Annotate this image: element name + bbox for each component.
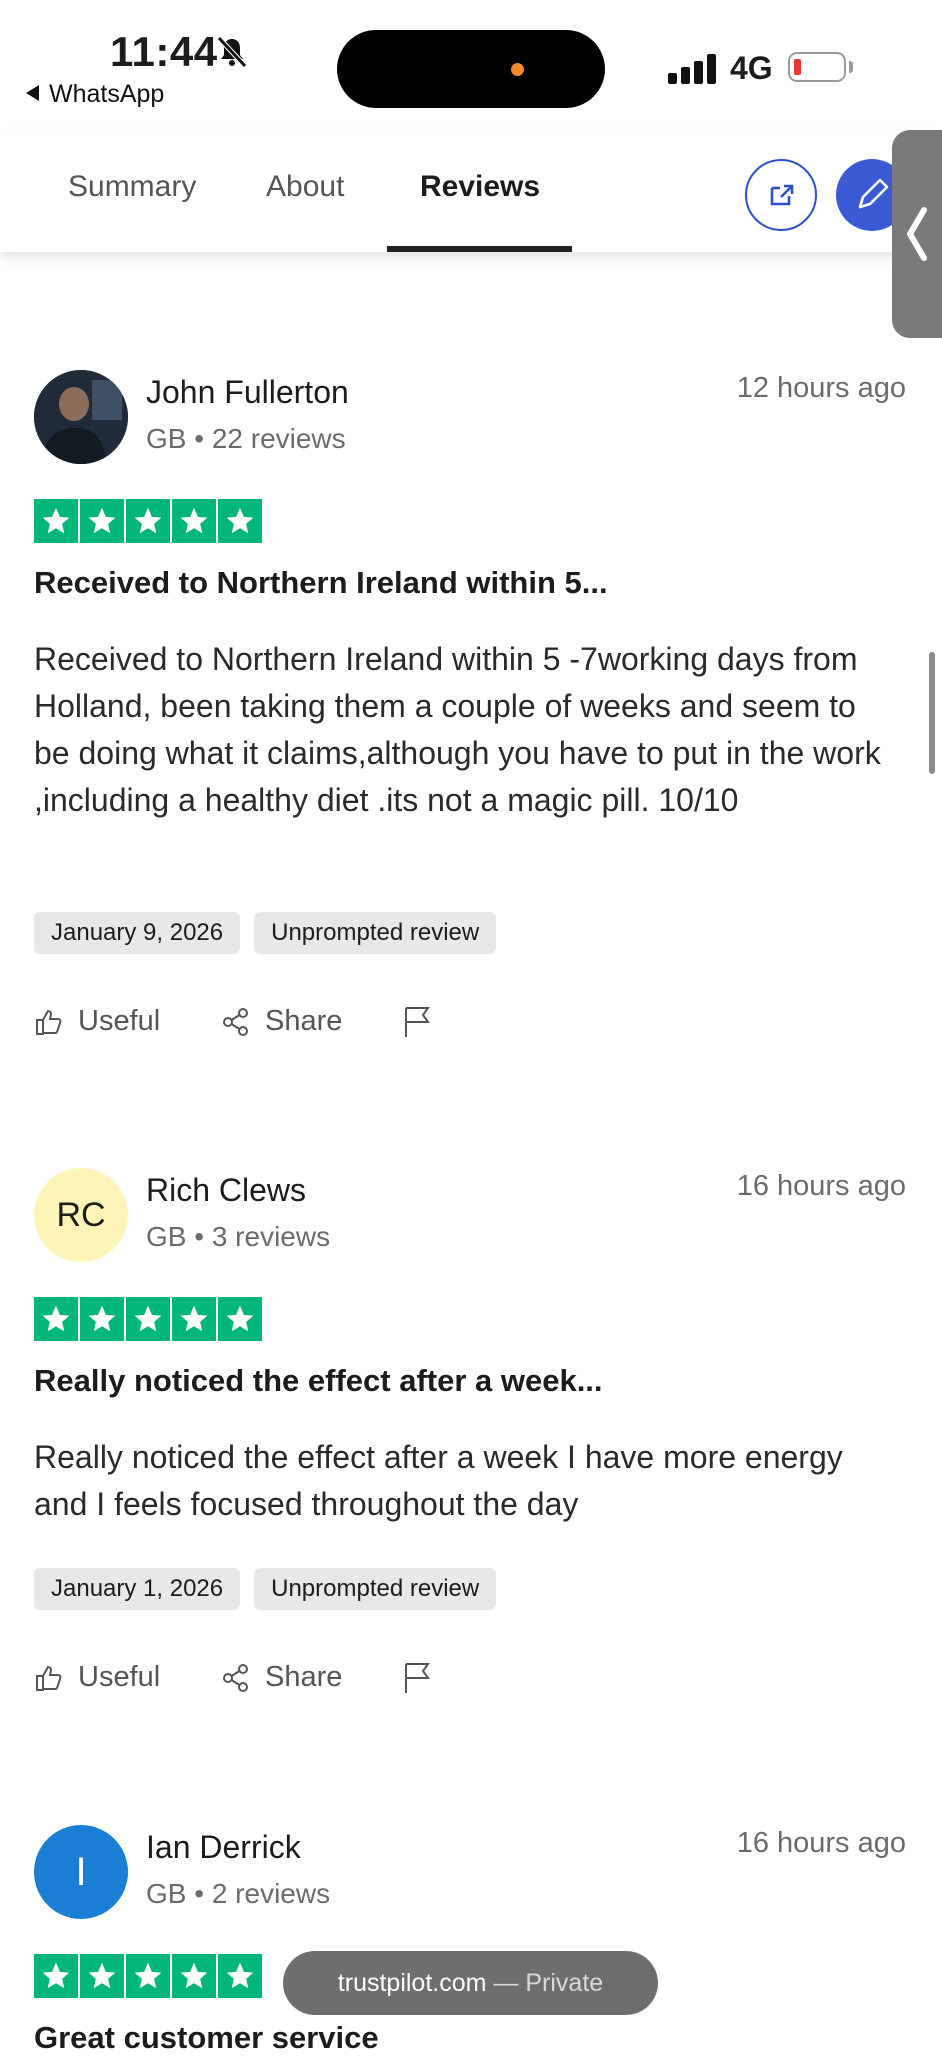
flag-icon bbox=[405, 1007, 430, 1038]
star-icon bbox=[126, 1954, 170, 1998]
star-icon bbox=[172, 1954, 216, 1998]
star-rating bbox=[34, 1954, 264, 1998]
useful-button[interactable]: Useful bbox=[34, 1661, 160, 1694]
reviewer-name[interactable]: John Fullerton bbox=[146, 374, 349, 411]
star-rating bbox=[34, 499, 264, 543]
review-date-chip: January 1, 2026 bbox=[34, 1568, 241, 1610]
flag-icon bbox=[405, 1663, 430, 1694]
useful-label: Useful bbox=[78, 1005, 161, 1037]
star-icon bbox=[218, 1954, 262, 1998]
status-bar: 11:44 WhatsApp 4G bbox=[0, 0, 942, 130]
star-icon bbox=[34, 1954, 78, 1998]
battery-tip bbox=[849, 61, 853, 73]
review-time-ago: 16 hours ago bbox=[736, 1827, 906, 1859]
review-chips: January 1, 2026 Unprompted review bbox=[34, 1568, 510, 1610]
star-icon bbox=[126, 499, 170, 543]
share-icon bbox=[223, 1008, 248, 1037]
review-time-ago: 16 hours ago bbox=[736, 1170, 906, 1202]
tab-reviews[interactable]: Reviews bbox=[420, 170, 540, 204]
back-arrow-icon bbox=[26, 85, 39, 101]
avatar-photo bbox=[34, 370, 128, 464]
browser-url-pill[interactable]: trustpilot.com — Private bbox=[283, 1951, 658, 2015]
share-label: Share bbox=[265, 1661, 343, 1693]
dynamic-island bbox=[337, 30, 605, 108]
active-tab-indicator bbox=[387, 246, 572, 252]
reviewer-meta: GB • 22 reviews bbox=[146, 423, 346, 454]
star-icon bbox=[126, 1297, 170, 1341]
browser-mode: — Private bbox=[493, 1969, 604, 1997]
star-icon bbox=[80, 1297, 124, 1341]
review-chips: January 9, 2026 Unprompted review bbox=[34, 912, 510, 954]
review-title[interactable]: Received to Northern Ireland within 5... bbox=[34, 565, 608, 601]
browser-domain: trustpilot.com bbox=[337, 1969, 487, 1997]
reviewer-meta: GB • 2 reviews bbox=[146, 1878, 331, 1909]
star-icon bbox=[34, 1297, 78, 1341]
open-external-button[interactable] bbox=[745, 159, 817, 231]
review-date-chip: January 9, 2026 bbox=[34, 912, 241, 954]
avatar[interactable] bbox=[34, 370, 128, 464]
report-button[interactable] bbox=[402, 1005, 446, 1039]
star-icon bbox=[172, 1297, 216, 1341]
tab-bar: Summary About Reviews bbox=[0, 130, 942, 252]
avatar[interactable]: RC bbox=[34, 1168, 128, 1262]
reviewer-name[interactable]: Ian Derrick bbox=[146, 1829, 301, 1866]
star-icon bbox=[172, 499, 216, 543]
useful-label: Useful bbox=[78, 1661, 161, 1693]
star-icon bbox=[80, 1954, 124, 1998]
reviewer-meta: GB • 3 reviews bbox=[146, 1221, 331, 1252]
side-panel-handle[interactable] bbox=[892, 130, 942, 338]
review-title[interactable]: Really noticed the effect after a week..… bbox=[34, 1363, 603, 1399]
battery-icon bbox=[788, 52, 846, 82]
camera-indicator-dot bbox=[511, 63, 524, 76]
chevron-left-icon bbox=[907, 207, 927, 261]
reviewer-name[interactable]: Rich Clews bbox=[146, 1172, 306, 1209]
review-time-ago: 12 hours ago bbox=[736, 372, 906, 404]
report-button[interactable] bbox=[402, 1661, 446, 1695]
review-body: Really noticed the effect after a week I… bbox=[34, 1439, 843, 1522]
back-to-app-link[interactable]: WhatsApp bbox=[26, 80, 164, 109]
external-link-icon bbox=[770, 184, 793, 205]
bell-muted-icon bbox=[217, 36, 247, 68]
review-tag-chip[interactable]: Unprompted review bbox=[254, 1568, 497, 1610]
thumbs-up-icon bbox=[36, 1666, 62, 1692]
signal-icon bbox=[668, 54, 718, 84]
avatar[interactable]: I bbox=[34, 1825, 128, 1919]
useful-button[interactable]: Useful bbox=[34, 1005, 160, 1038]
star-icon bbox=[218, 499, 262, 543]
review-title[interactable]: Great customer service bbox=[34, 2020, 379, 2056]
thumbs-up-icon bbox=[36, 1010, 62, 1036]
share-button[interactable]: Share bbox=[221, 1661, 342, 1694]
share-button[interactable]: Share bbox=[221, 1005, 342, 1038]
tab-about[interactable]: About bbox=[266, 170, 344, 204]
tab-summary[interactable]: Summary bbox=[68, 170, 196, 204]
star-icon bbox=[80, 499, 124, 543]
network-type: 4G bbox=[730, 50, 773, 86]
review-body: Received to Northern Ireland within 5 -7… bbox=[34, 641, 881, 818]
status-time: 11:44 bbox=[110, 28, 218, 75]
share-icon bbox=[223, 1664, 248, 1693]
share-label: Share bbox=[265, 1005, 343, 1037]
back-app-label: WhatsApp bbox=[49, 80, 165, 108]
scrollbar[interactable] bbox=[929, 652, 935, 774]
review-tag-chip[interactable]: Unprompted review bbox=[254, 912, 497, 954]
star-icon bbox=[218, 1297, 262, 1341]
star-icon bbox=[34, 499, 78, 543]
star-rating bbox=[34, 1297, 264, 1341]
